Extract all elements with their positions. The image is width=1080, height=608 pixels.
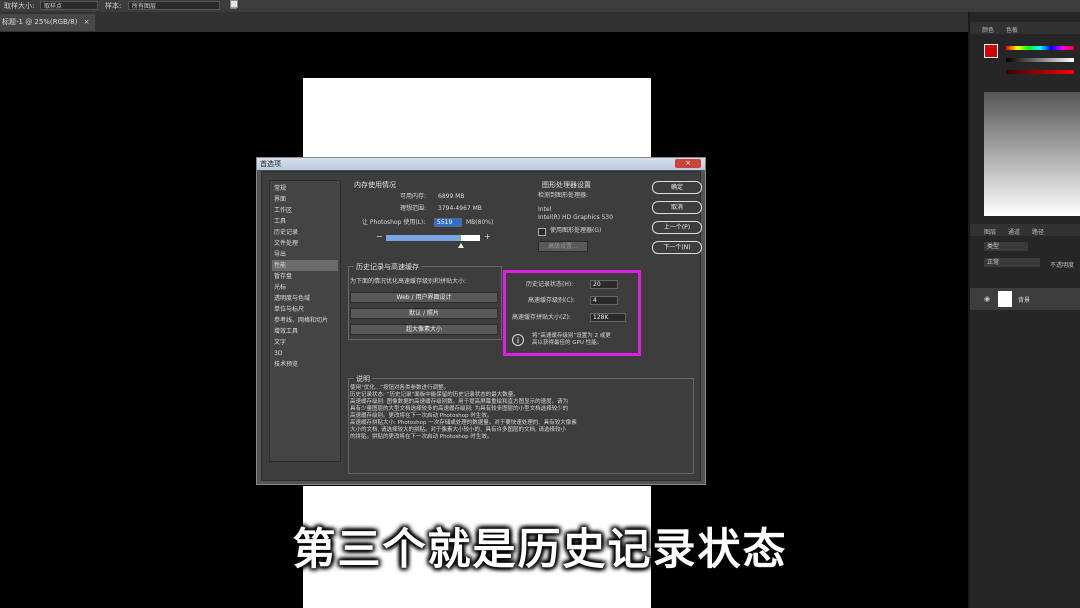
description-line-4: 具有少量图层的大型文档选择较多的高速缓存级别; 为具有较多图层的小型文档选择较少… xyxy=(350,406,569,412)
use-gpu-checkbox[interactable] xyxy=(538,228,546,236)
category-performance[interactable]: 性能 xyxy=(272,260,338,271)
tab-swatches[interactable]: 色板 xyxy=(1006,25,1018,34)
history-cache-header: 历史记录与高速缓存 xyxy=(354,262,421,272)
category-export[interactable]: 导出 xyxy=(272,249,338,260)
description-line-5: 高速缓存级别。更改将在下一次启动 Photoshop 时生效。 xyxy=(350,413,493,419)
memory-slider-fill xyxy=(386,235,462,241)
blend-mode-select[interactable]: 正常 xyxy=(984,258,1040,267)
memory-usage-input[interactable]: 5519 xyxy=(434,218,462,227)
usage-label: 让 Photoshop 使用(L): xyxy=(362,219,426,226)
category-scratch-disks[interactable]: 暂存盘 xyxy=(272,271,338,282)
gpu-vendor: Intel xyxy=(538,206,552,213)
tab-color[interactable]: 颜色 xyxy=(982,25,994,34)
sample-select[interactable]: 所有图层 xyxy=(128,1,220,10)
preset-default-photo-button[interactable]: 默认 / 照片 xyxy=(350,308,498,319)
plus-icon[interactable]: + xyxy=(484,233,491,241)
category-general[interactable]: 常规 xyxy=(272,183,338,194)
category-interface[interactable]: 界面 xyxy=(272,194,338,205)
gradient-preview xyxy=(984,92,1080,216)
use-gpu-label: 使用图形处理器(G) xyxy=(550,227,602,234)
available-ram-label: 可用内存: xyxy=(400,193,427,200)
tab-layers[interactable]: 图层 xyxy=(984,227,996,236)
category-list: 常规 界面 工作区 工具 历史记录 文件处理 导出 性能 暂存盘 光标 透明度与… xyxy=(269,180,341,462)
description-header: 说明 xyxy=(354,374,372,384)
layers-panel-tabs: 图层 通道 路径 xyxy=(970,224,1080,236)
document-tab-title: 标题-1 @ 25%(RGB/8) xyxy=(2,18,78,26)
category-plugins[interactable]: 增效工具 xyxy=(272,326,338,337)
usage-suffix: MB(80%) xyxy=(466,219,494,226)
dialog-title: 首选项 xyxy=(257,158,705,170)
category-transparency[interactable]: 透明度与色域 xyxy=(272,293,338,304)
ideal-range-value: 3794-4967 MB xyxy=(438,205,482,212)
gpu-advanced-button[interactable]: 高级设置... xyxy=(538,241,588,252)
description-line-7: 大小的文档, 请选择较大的拼贴。对于像素大小较小的、具有许多图层的文档, 请选择… xyxy=(350,427,566,433)
document-tab-bar xyxy=(0,12,968,32)
category-type[interactable]: 文字 xyxy=(272,337,338,348)
category-history[interactable]: 历史记录 xyxy=(272,227,338,238)
memory-slider-handle[interactable] xyxy=(458,243,465,248)
opacity-label: 不透明度 xyxy=(1050,262,1075,269)
saturation-slider[interactable] xyxy=(1006,58,1074,62)
preset-web-ui-button[interactable]: Web / 用户界面设计 xyxy=(350,292,498,303)
category-cursors[interactable]: 光标 xyxy=(272,282,338,293)
eye-icon[interactable]: ◉ xyxy=(984,295,990,303)
tab-paths[interactable]: 路径 xyxy=(1032,227,1044,236)
category-tools[interactable]: 工具 xyxy=(272,216,338,227)
foreground-color-swatch[interactable] xyxy=(984,44,998,58)
layer-row-background[interactable]: ◉ 背景 xyxy=(970,288,1080,310)
preset-huge-pixel-button[interactable]: 超大像素大小 xyxy=(350,324,498,335)
description-line-6: 高速缓存拼贴大小: Photoshop 一次存储或处理的数据量。对于要快速处理的… xyxy=(350,420,577,426)
sample-size-select[interactable]: 取样点 xyxy=(40,1,98,10)
description-line-1: 使用“优化...”按钮对各类参数进行调整。 xyxy=(350,385,449,391)
color-panel-tabs: 颜色 色板 xyxy=(970,22,1080,34)
hue-slider[interactable] xyxy=(1006,46,1074,50)
category-guides-grid[interactable]: 参考线、网格和切片 xyxy=(272,315,338,326)
layer-kind-filter[interactable]: 类型 xyxy=(984,242,1028,251)
layer-name: 背景 xyxy=(1018,297,1031,304)
memory-usage-header: 内存使用情况 xyxy=(354,181,396,189)
minus-icon[interactable]: − xyxy=(376,233,383,241)
description-line-2: 历史记录状态: “历史记录”面板中能保留的历史记录状态的最大数量。 xyxy=(350,392,519,398)
description-line-3: 高速缓存级别: 图像数据的高速缓存级别数。用于提高屏幕重绘和直方图显示的速度。请… xyxy=(350,399,569,405)
close-icon[interactable]: × xyxy=(84,18,90,26)
sample-size-label: 取样大小: xyxy=(4,2,35,10)
category-3d[interactable]: 3D xyxy=(272,348,338,359)
video-caption: 第三个就是历史记录状态 xyxy=(292,525,788,575)
description-line-8: 的拼贴。拼贴的更改将在下一次启动 Photoshop 时生效。 xyxy=(350,434,493,440)
category-units-rulers[interactable]: 单位与标尺 xyxy=(272,304,338,315)
memory-slider-track[interactable] xyxy=(386,235,480,241)
gpu-model: Intel(R) HD Graphics 530 xyxy=(538,214,613,221)
gpu-settings-header: 图形处理器设置 xyxy=(542,181,591,189)
optimize-label: 为下面的情况优化高速缓存级别和拼贴大小: xyxy=(350,278,467,285)
highlight-box xyxy=(503,270,641,356)
brightness-slider[interactable] xyxy=(1006,70,1074,74)
document-canvas-top xyxy=(303,78,651,160)
ok-button[interactable]: 确定 xyxy=(652,181,702,194)
available-ram-value: 6899 MB xyxy=(438,193,465,200)
layer-thumbnail xyxy=(998,291,1012,307)
prev-button[interactable]: 上一个(P) xyxy=(652,221,702,234)
document-tab[interactable]: 标题-1 @ 25%(RGB/8) × xyxy=(0,14,96,31)
sample-label: 样本: xyxy=(105,2,122,10)
cancel-button[interactable]: 取消 xyxy=(652,201,702,214)
gpu-detected-label: 检测到图形处理器: xyxy=(538,192,589,199)
ideal-range-label: 理想范围: xyxy=(400,205,427,212)
next-button[interactable]: 下一个(N) xyxy=(652,241,702,254)
tab-channels[interactable]: 通道 xyxy=(1008,227,1020,236)
category-tech-preview[interactable]: 技术预览 xyxy=(272,359,338,370)
options-bar: 取样大小: 取样点 样本: 所有图层 显示取样环 xyxy=(0,0,1080,58)
dialog-close-button[interactable]: × xyxy=(675,159,701,168)
category-file-handling[interactable]: 文件处理 xyxy=(272,238,338,249)
category-workspace[interactable]: 工作区 xyxy=(272,205,338,216)
